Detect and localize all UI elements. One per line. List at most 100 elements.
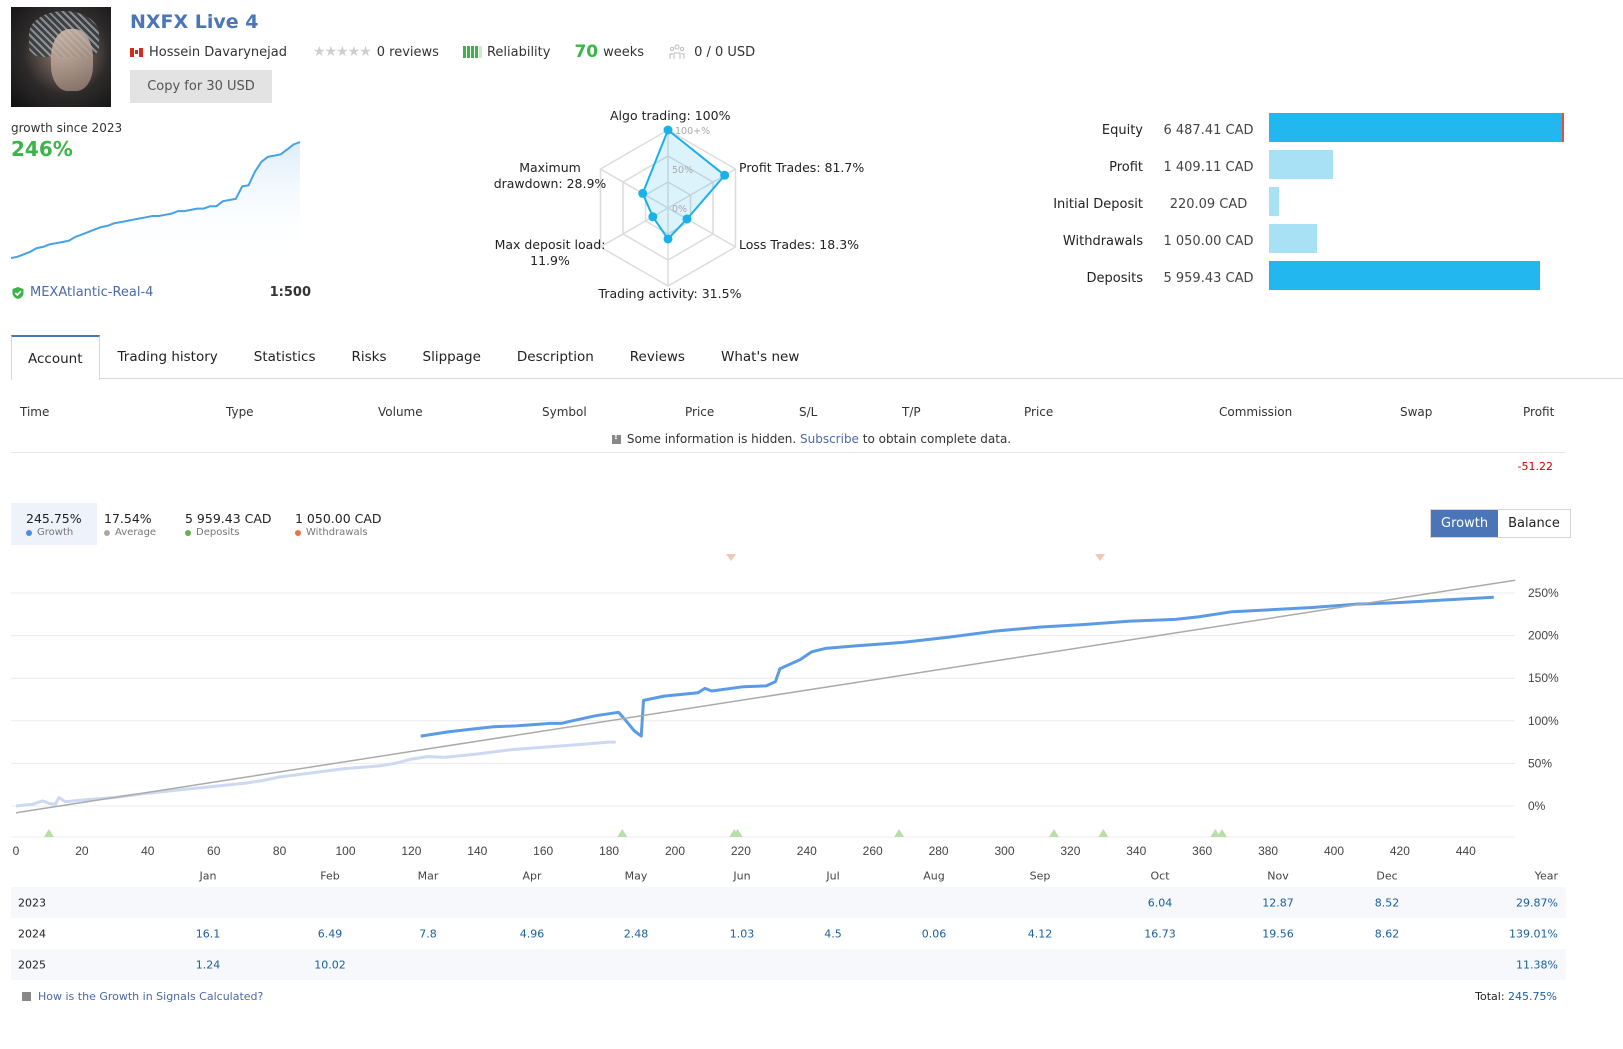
radar-scale-0: 0% (672, 204, 688, 215)
leverage-value: 1:500 (269, 285, 311, 300)
deposit-marker-icon[interactable] (894, 829, 905, 837)
subscribe-link[interactable]: Subscribe (800, 432, 859, 446)
legend-dot-icon (295, 529, 301, 536)
balance-bar-track (1269, 224, 1564, 253)
balance-value: 220.09 CAD (1169, 197, 1248, 212)
y-tick-label: 200% (1528, 629, 1559, 643)
x-tick-label: 260 (863, 844, 883, 858)
copy-signal-button[interactable]: Copy for 30 USD (130, 70, 272, 103)
reviews-count[interactable]: 0 reviews (377, 45, 439, 60)
balance-row: Initial Deposit 220.09 CAD (1040, 186, 1623, 223)
balance-label: Equity (1101, 123, 1143, 138)
month-header: Sep (1029, 869, 1051, 883)
chart-stat-withdrawals[interactable]: 1 050.00 CAD Withdrawals (280, 503, 397, 545)
month-value: 4.96 (519, 927, 545, 940)
weeks-label: weeks (603, 44, 645, 60)
month-header: Jun (733, 869, 751, 883)
x-tick-label: 80 (273, 844, 287, 858)
column-header[interactable]: S/L (799, 405, 817, 419)
series-line-growth-history (15, 740, 616, 808)
server-link[interactable]: MEXAtlantic-Real-4 (11, 285, 153, 300)
column-header[interactable]: Type (226, 405, 254, 419)
stat-label: Growth (37, 527, 74, 538)
withdrawal-marker-icon[interactable] (726, 554, 737, 561)
month-value: 7.8 (419, 927, 437, 940)
x-tick-label: 100 (335, 844, 355, 858)
x-tick-label: 400 (1324, 844, 1344, 858)
month-value: 1.24 (195, 958, 221, 971)
signal-title[interactable]: NXFX Live 4 (130, 11, 259, 33)
column-header[interactable]: Price (1024, 405, 1053, 419)
column-header[interactable]: Commission (1219, 405, 1292, 419)
chart-stat-deposits[interactable]: 5 959.43 CAD Deposits (170, 503, 287, 545)
tab-trading-history[interactable]: Trading history (100, 335, 236, 379)
balance-row: Withdrawals 1 050.00 CAD (1040, 223, 1623, 260)
monthly-row: 2024 16.1 6.49 7.8 4.96 2.48 1.03 4.5 0.06 4.12 16… (11, 918, 1566, 949)
balance-bar-track (1269, 150, 1564, 179)
month-value: 8.62 (1374, 927, 1400, 940)
legend-dot-icon (185, 529, 191, 536)
legend-dot-icon (26, 529, 32, 536)
balance-toggle-button[interactable]: Balance (1498, 510, 1570, 537)
radar-point (648, 212, 658, 222)
x-tick-label: 120 (401, 844, 421, 858)
deposit-marker-icon[interactable] (617, 829, 628, 837)
column-header[interactable]: Volume (378, 405, 423, 419)
growth-calc-help: How is the Growth in Signals Calculated? (22, 990, 263, 1003)
subscribers-value: 0 / 0 USD (694, 44, 756, 60)
month-value: 10.02 (314, 958, 346, 971)
balance-bar-fill (1269, 261, 1540, 290)
legend-dot-icon (104, 529, 110, 536)
deposit-marker-icon[interactable] (1048, 829, 1059, 837)
reliability-bar (474, 46, 478, 58)
month-header: Nov (1267, 869, 1289, 883)
year-total: 11.38% (1516, 958, 1558, 971)
reliability-bar (470, 46, 474, 58)
tab-description[interactable]: Description (499, 335, 612, 379)
chart-stat-average[interactable]: 17.54% Average (89, 503, 171, 545)
column-header[interactable]: T/P (902, 405, 921, 419)
stat-legend: Growth (26, 527, 82, 538)
x-tick-label: 440 (1456, 844, 1476, 858)
balance-value: 6 487.41 CAD (1163, 123, 1254, 138)
growth-calc-link[interactable]: How is the Growth in Signals Calculated? (38, 990, 263, 1003)
tab-slippage[interactable]: Slippage (405, 335, 499, 379)
radar-label-loss-trades: Loss Trades: 18.3% (739, 237, 860, 252)
year-label: 2023 (18, 896, 46, 909)
x-tick-label: 0 (13, 844, 20, 858)
tab-what-s-new[interactable]: What's new (703, 335, 817, 379)
balance-value: 1 409.11 CAD (1163, 160, 1254, 175)
reliability-icon (462, 46, 482, 58)
column-header[interactable]: Profit (1523, 405, 1554, 419)
tab-account[interactable]: Account (11, 335, 100, 380)
column-header[interactable]: Time (20, 405, 49, 419)
month-value: 16.73 (1144, 927, 1176, 940)
chart-stat-growth[interactable]: 245.75% Growth (11, 503, 97, 545)
signal-tabs: Account Trading history Statistics Risks Sli… (11, 335, 1623, 380)
radar-label-profit-trades: Profit Trades: 81.7% (739, 160, 865, 175)
trades-table-header: Time Type Volume Symbol Price S/L T/P Price Comm… (11, 400, 1623, 422)
growth-toggle-button[interactable]: Growth (1431, 510, 1499, 537)
tab-reviews[interactable]: Reviews (612, 335, 703, 379)
column-header[interactable]: Symbol (542, 405, 587, 419)
month-header: Year (1534, 869, 1558, 883)
deposit-marker-icon[interactable] (1216, 829, 1227, 837)
author-name[interactable]: Hossein Davarynejad (149, 45, 287, 60)
x-tick-label: 220 (731, 844, 751, 858)
tab-statistics[interactable]: Statistics (236, 335, 334, 379)
month-header: Apr (522, 869, 542, 883)
info-icon (611, 432, 621, 444)
total-label: Total: (1475, 990, 1505, 1003)
x-tick-label: 280 (929, 844, 949, 858)
withdrawal-marker-icon[interactable] (1095, 554, 1106, 561)
stat-legend: Withdrawals (295, 527, 382, 538)
chart-mode-toggle: Growth Balance (1430, 509, 1571, 538)
column-header[interactable]: Price (685, 405, 714, 419)
deposit-marker-icon[interactable] (43, 829, 54, 837)
deposit-marker-icon[interactable] (1098, 829, 1109, 837)
month-header: Jan (199, 869, 217, 883)
server-name[interactable]: MEXAtlantic-Real-4 (30, 285, 153, 300)
tab-risks[interactable]: Risks (334, 335, 405, 379)
monthly-growth-table: Jan Feb Mar Apr May Jun Jul Aug Sep Oct Nov Dec Year… (11, 865, 1566, 980)
column-header[interactable]: Swap (1400, 405, 1432, 419)
